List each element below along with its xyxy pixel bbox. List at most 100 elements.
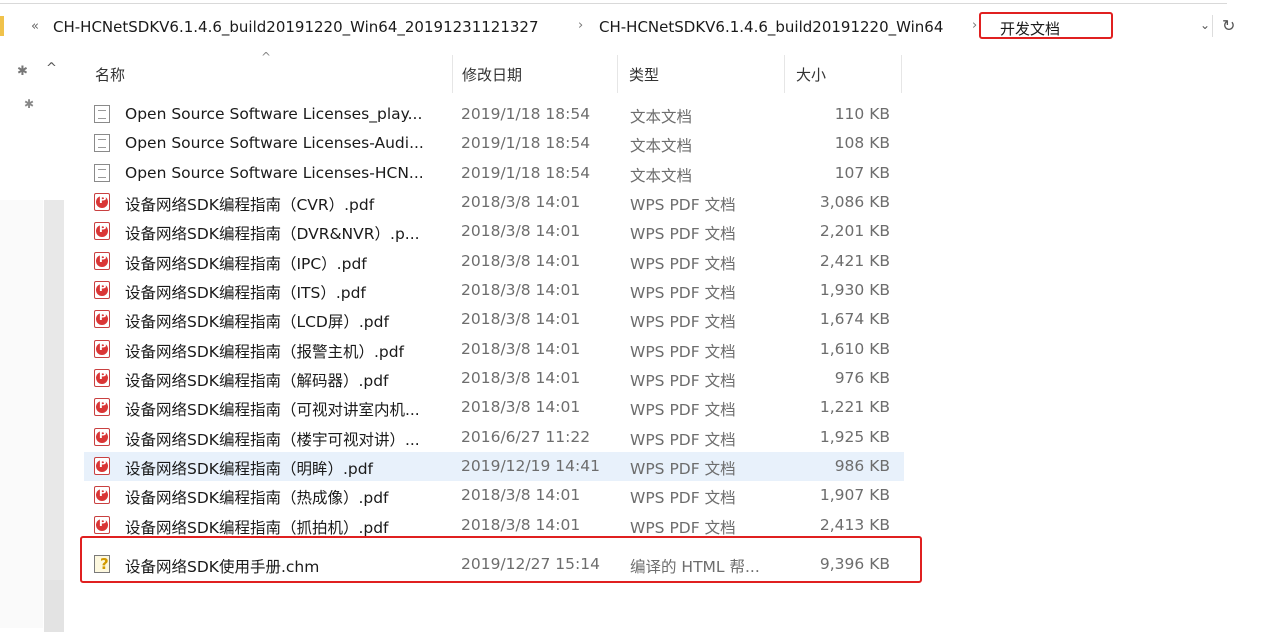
file-name: 设备网络SDK编程指南（楼宇可视对讲）... xyxy=(125,430,420,449)
file-name: 设备网络SDK编程指南（解码器）.pdf xyxy=(125,372,389,391)
file-size: 107 KB xyxy=(834,163,890,182)
scrollbar[interactable] xyxy=(44,200,64,632)
file-size: 1,674 KB xyxy=(819,310,890,329)
file-row[interactable]: 设备网络SDK编程指南（热成像）.pdf 2018/3/8 14:01 WPS PD… xyxy=(84,481,904,510)
file-size: 2,421 KB xyxy=(819,251,890,270)
file-date: 2018/3/8 14:01 xyxy=(461,515,581,534)
annotation-highlight-box xyxy=(80,536,922,583)
column-divider[interactable] xyxy=(617,55,618,93)
file-size: 1,930 KB xyxy=(819,281,890,300)
pdf-file-icon xyxy=(94,222,110,241)
navigation-pane[interactable]: ✱ ^ ✱ xyxy=(0,52,70,632)
file-row[interactable]: 设备网络SDK编程指南（解码器）.pdf 2018/3/8 14:01 WPS PD… xyxy=(84,364,904,393)
file-date: 2018/3/8 14:01 xyxy=(461,339,581,358)
pdf-file-icon xyxy=(94,339,110,358)
file-size: 2,201 KB xyxy=(819,222,890,241)
file-date: 2018/3/8 14:01 xyxy=(461,251,581,270)
file-type: WPS PDF 文档 xyxy=(630,254,736,273)
file-type: WPS PDF 文档 xyxy=(630,430,736,449)
column-header-name[interactable]: 名称 xyxy=(95,64,125,85)
text-file-icon xyxy=(94,134,110,153)
breadcrumb-separator-icon[interactable]: › xyxy=(972,18,977,33)
file-name: Open Source Software Licenses_play... xyxy=(125,105,423,123)
file-name: 设备网络SDK编程指南（LCD屏）.pdf xyxy=(125,313,389,332)
nav-pane-edge xyxy=(0,200,43,628)
file-type: WPS PDF 文档 xyxy=(630,518,736,537)
file-size: 2,413 KB xyxy=(819,515,890,534)
file-row[interactable]: Open Source Software Licenses-HCN... 2019… xyxy=(84,159,904,188)
pdf-file-icon xyxy=(94,369,110,388)
pdf-file-icon xyxy=(94,457,110,476)
file-type: 文本文档 xyxy=(630,137,693,156)
annotation-highlight-box xyxy=(979,12,1113,39)
file-name: 设备网络SDK编程指南（可视对讲室内机... xyxy=(125,401,420,420)
file-name: 设备网络SDK编程指南（IPC）.pdf xyxy=(125,254,367,273)
breadcrumb-item[interactable]: CH-HCNetSDKV6.1.4.6_build20191220_Win64 xyxy=(599,18,943,36)
pin-icon[interactable]: ✱ xyxy=(17,64,28,79)
breadcrumb-separator-icon[interactable]: › xyxy=(578,18,583,33)
file-type: WPS PDF 文档 xyxy=(630,225,736,244)
file-date: 2018/3/8 14:01 xyxy=(461,398,581,417)
file-type: WPS PDF 文档 xyxy=(630,372,736,391)
file-date: 2019/1/18 18:54 xyxy=(461,134,591,153)
file-date: 2019/1/18 18:54 xyxy=(461,163,591,182)
file-name: 设备网络SDK编程指南（ITS）.pdf xyxy=(125,284,366,303)
refresh-icon[interactable]: ↻ xyxy=(1222,16,1235,35)
file-date: 2018/3/8 14:01 xyxy=(461,281,581,300)
pdf-file-icon xyxy=(94,281,110,300)
file-row[interactable]: 设备网络SDK编程指南（DVR&NVR）.p... 2018/3/8 14:01 W… xyxy=(84,217,904,246)
pdf-file-icon xyxy=(94,398,110,417)
file-row[interactable]: Open Source Software Licenses_play... 201… xyxy=(84,100,904,129)
column-header-date[interactable]: 修改日期 xyxy=(462,64,522,85)
file-size: 986 KB xyxy=(834,457,890,476)
scrollbar-thumb[interactable] xyxy=(44,200,64,580)
file-row[interactable]: 设备网络SDK编程指南（ITS）.pdf 2018/3/8 14:01 WPS PD… xyxy=(84,276,904,305)
pdf-file-icon xyxy=(94,486,110,505)
file-type: WPS PDF 文档 xyxy=(630,342,736,361)
file-row[interactable]: 设备网络SDK编程指南（IPC）.pdf 2018/3/8 14:01 WPS PD… xyxy=(84,247,904,276)
scroll-up-icon[interactable]: ^ xyxy=(46,61,57,76)
file-type: WPS PDF 文档 xyxy=(630,196,736,215)
file-size: 3,086 KB xyxy=(819,193,890,212)
file-date: 2019/12/19 14:41 xyxy=(461,457,600,476)
column-divider[interactable] xyxy=(901,55,902,93)
file-row[interactable]: 设备网络SDK编程指南（CVR）.pdf 2018/3/8 14:01 WPS PD… xyxy=(84,188,904,217)
file-type: 文本文档 xyxy=(630,108,693,126)
more-crumbs-button[interactable]: « xyxy=(31,19,39,34)
file-type: WPS PDF 文档 xyxy=(630,401,736,420)
file-type: WPS PDF 文档 xyxy=(630,489,736,508)
file-row[interactable]: 设备网络SDK编程指南（楼宇可视对讲）... 2016/6/27 11:22 WPS… xyxy=(84,423,904,452)
column-divider[interactable] xyxy=(784,55,785,93)
file-type: WPS PDF 文档 xyxy=(630,284,736,303)
file-type: WPS PDF 文档 xyxy=(630,460,736,479)
file-size: 1,907 KB xyxy=(819,486,890,505)
file-name: 设备网络SDK编程指南（热成像）.pdf xyxy=(125,489,389,508)
file-row[interactable]: 设备网络SDK编程指南（报警主机）.pdf 2018/3/8 14:01 WPS P… xyxy=(84,335,904,364)
file-date: 2018/3/8 14:01 xyxy=(461,193,581,212)
file-name: 设备网络SDK编程指南（CVR）.pdf xyxy=(125,196,375,215)
file-row[interactable]: Open Source Software Licenses-Audi... 201… xyxy=(84,129,904,158)
file-date: 2016/6/27 11:22 xyxy=(461,427,591,446)
column-header-type[interactable]: 类型 xyxy=(629,64,659,85)
chevron-down-icon[interactable]: ⌄ xyxy=(1200,18,1210,32)
column-divider[interactable] xyxy=(452,55,453,93)
file-date: 2018/3/8 14:01 xyxy=(461,310,581,329)
file-row[interactable]: 设备网络SDK编程指南（可视对讲室内机... 2018/3/8 14:01 WPS … xyxy=(84,393,904,422)
top-divider xyxy=(0,3,1227,4)
file-row[interactable]: 设备网络SDK编程指南（明眸）.pdf 2019/12/19 14:41 WPS P… xyxy=(84,452,904,482)
text-file-icon xyxy=(94,163,110,182)
pin-icon[interactable]: ✱ xyxy=(24,97,34,111)
column-header-size[interactable]: 大小 xyxy=(796,64,826,85)
address-bar[interactable]: « CH-HCNetSDKV6.1.4.6_build20191220_Win6… xyxy=(0,0,1275,52)
file-name: 设备网络SDK编程指南（明眸）.pdf xyxy=(125,460,374,479)
breadcrumb-item[interactable]: CH-HCNetSDKV6.1.4.6_build20191220_Win64_… xyxy=(53,18,539,36)
file-row[interactable]: 设备网络SDK编程指南（LCD屏）.pdf 2018/3/8 14:01 WPS P… xyxy=(84,305,904,334)
file-date: 2018/3/8 14:01 xyxy=(461,486,581,505)
file-type: WPS PDF 文档 xyxy=(630,313,736,332)
file-size: 108 KB xyxy=(834,134,890,153)
file-name: 设备网络SDK编程指南（DVR&NVR）.p... xyxy=(125,225,420,244)
folder-icon xyxy=(0,16,4,36)
file-size: 1,221 KB xyxy=(819,398,890,417)
file-date: 2018/3/8 14:01 xyxy=(461,369,581,388)
text-file-icon xyxy=(94,105,110,123)
